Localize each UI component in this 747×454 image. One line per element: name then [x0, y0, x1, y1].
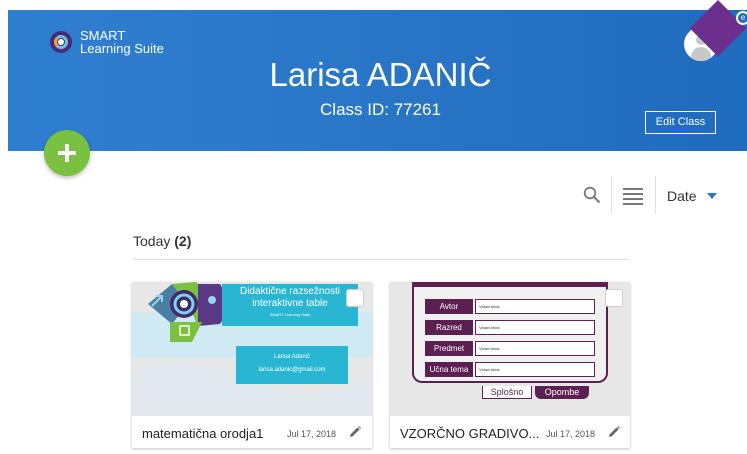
template-tab: Splošno: [482, 386, 532, 399]
sort-dropdown[interactable]: Date: [667, 187, 697, 205]
lesson-thumbnail: Didaktične razsežnosti interaktivne tabl…: [132, 282, 372, 415]
template-row-value: Vstavi tekst.: [475, 362, 595, 377]
search-icon[interactable]: [583, 186, 601, 204]
card-caption: VZORČNO GRADIVO... Jul 17, 2018: [390, 415, 630, 448]
brand-name: SMART Learning Suite: [80, 29, 164, 55]
class-id: Class ID: 77261: [320, 100, 441, 119]
edit-pencil-icon[interactable]: [607, 425, 621, 439]
template-row-label: Učna tema: [425, 362, 473, 377]
toolbar-divider: [611, 176, 612, 214]
lesson-card[interactable]: Didaktične razsežnosti interaktivne tabl…: [132, 282, 372, 448]
select-checkbox[interactable]: [605, 289, 623, 307]
section-label: Today: [133, 233, 171, 249]
template-row-value: Vstavi tekst.: [475, 341, 595, 356]
brand-line-2: Learning Suite: [80, 41, 164, 56]
list-view-icon[interactable]: [623, 188, 643, 205]
smart-logo-icon: [50, 31, 72, 53]
add-button[interactable]: [44, 130, 90, 176]
toolbar-divider: [655, 176, 656, 214]
section-count: (2): [174, 233, 192, 249]
section-divider: [133, 259, 629, 260]
template-row-label: Avtor: [425, 299, 473, 314]
thumbnail-email: larisa.adanic@gmail.com: [258, 367, 326, 373]
lesson-card[interactable]: Avtor Vstavi tekst. Razred Vstavi tekst.…: [390, 282, 630, 448]
edit-pencil-icon[interactable]: [348, 425, 362, 439]
template-row-label: Razred: [425, 320, 473, 335]
template-tab: Opombe: [535, 386, 589, 399]
lesson-date: Jul 17, 2018: [546, 429, 596, 439]
app-window: SMART Learning Suite Larisa ADANIČ Class…: [0, 0, 747, 454]
class-title: Larisa ADANIČ: [269, 56, 492, 93]
section-heading: Today (2): [133, 232, 191, 250]
edit-class-button[interactable]: Edit Class: [645, 111, 716, 134]
lesson-date: Jul 17, 2018: [287, 429, 337, 439]
lesson-name: VZORČNO GRADIVO...: [400, 426, 540, 441]
select-checkbox[interactable]: [346, 289, 364, 307]
thumbnail-title: Didaktične razsežnosti interaktivne tabl…: [239, 286, 341, 309]
thumbnail-subtitle: SMART Learning Suite: [269, 312, 311, 317]
template-row-label: Predmet: [425, 341, 473, 356]
lesson-name: matematična orodja1: [142, 426, 264, 441]
template-row-value: Vstavi tekst.: [475, 299, 595, 314]
template-row-value: Vstavi tekst.: [475, 320, 595, 335]
card-caption: matematična orodja1 Jul 17, 2018: [132, 415, 372, 448]
lesson-thumbnail: Avtor Vstavi tekst. Razred Vstavi tekst.…: [390, 282, 630, 415]
chevron-down-icon[interactable]: [707, 193, 717, 199]
thumbnail-author: Larisa Adanič: [273, 354, 311, 360]
corner-badge-icon: e: [736, 11, 747, 25]
